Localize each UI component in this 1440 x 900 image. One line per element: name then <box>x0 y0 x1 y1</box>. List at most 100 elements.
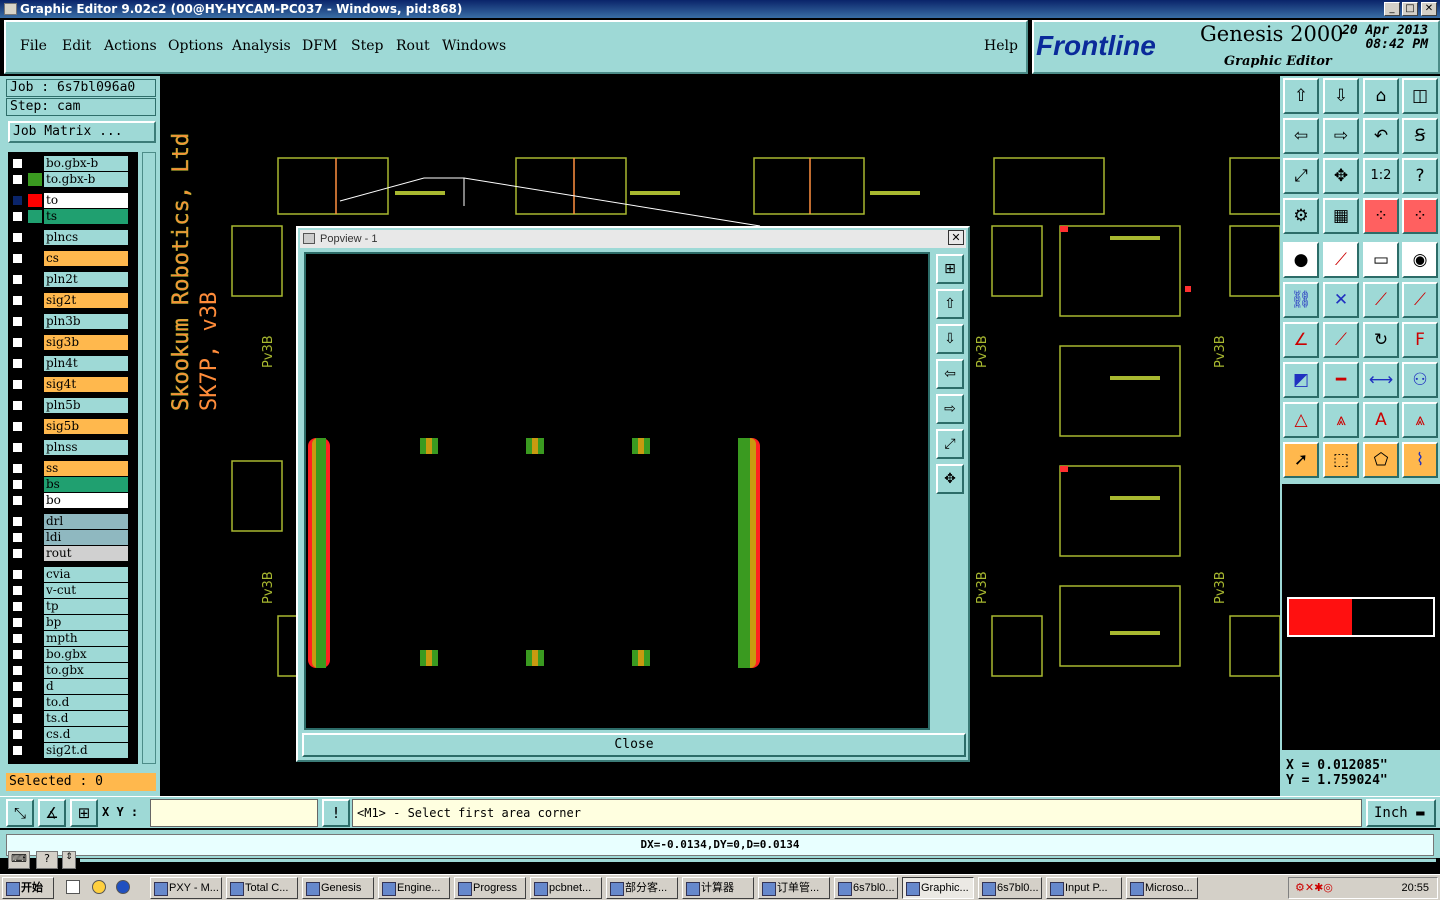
tool-triangle-4[interactable]: ⩓ <box>1402 402 1438 438</box>
layer-row[interactable]: ts ⬋ <box>8 209 138 224</box>
desktop-icon[interactable] <box>66 880 80 894</box>
popview-close-button[interactable]: Close <box>302 733 966 757</box>
tool-group[interactable]: ⚇ <box>1402 362 1438 398</box>
layer-checkbox[interactable] <box>12 316 23 327</box>
tool-grid[interactable]: ▦ <box>1323 198 1359 234</box>
layer-row[interactable]: bs ⬋ <box>8 477 138 492</box>
layer-row[interactable]: pln5b <box>8 398 138 413</box>
tool-snap[interactable]: Ꞩ <box>1402 118 1438 154</box>
menu-options[interactable]: Options <box>168 38 223 54</box>
angle-button[interactable]: ∡ <box>38 799 66 827</box>
keyboard-icon[interactable]: ⌨ <box>8 851 30 869</box>
task-button[interactable]: 6s7bl0... <box>978 877 1042 899</box>
layer-scrollbar[interactable] <box>142 152 156 764</box>
layer-checkbox[interactable] <box>12 442 23 453</box>
browser-icon[interactable] <box>116 880 130 894</box>
layer-checkbox[interactable] <box>12 649 23 660</box>
popview-zoom-button[interactable]: ⊞ <box>936 254 964 284</box>
layer-checkbox[interactable] <box>12 585 23 596</box>
layer-checkbox[interactable] <box>12 253 23 264</box>
layer-checkbox[interactable] <box>12 400 23 411</box>
layer-row[interactable]: mpth <box>8 631 138 646</box>
layer-checkbox[interactable] <box>12 358 23 369</box>
layer-checkbox[interactable] <box>12 495 23 506</box>
xy-input[interactable] <box>150 799 318 827</box>
menu-step[interactable]: Step <box>351 38 383 54</box>
layer-checkbox[interactable] <box>12 601 23 612</box>
popview-up-button[interactable]: ⇧ <box>936 289 964 319</box>
tool-connect[interactable]: ⛓ <box>1283 282 1319 318</box>
start-button[interactable]: 开始 <box>2 877 54 899</box>
popview-right-button[interactable]: ⇨ <box>936 394 964 424</box>
task-button[interactable]: 部分客... <box>606 877 678 899</box>
layer-row[interactable]: d <box>8 679 138 694</box>
layer-row[interactable]: pln4t <box>8 356 138 371</box>
layer-row[interactable]: sig2t.d <box>8 743 138 758</box>
layer-row[interactable]: to ▣ <box>8 193 138 208</box>
tool-home[interactable]: ⌂ <box>1363 78 1399 114</box>
tool-spacing[interactable]: ⟷ <box>1363 362 1399 398</box>
tool-triangle-3[interactable]: A <box>1363 402 1399 438</box>
layer-checkbox[interactable] <box>12 479 23 490</box>
tool-pad[interactable]: ● <box>1283 242 1319 278</box>
scroll-arrows-icon[interactable]: ⇕ <box>62 851 76 869</box>
task-button[interactable]: 6s7bl0... <box>834 877 898 899</box>
menu-help[interactable]: Help <box>984 38 1018 54</box>
layer-checkbox[interactable] <box>12 174 23 185</box>
tool-arc[interactable]: ↻ <box>1363 322 1399 358</box>
layer-row[interactable]: pln2t <box>8 272 138 287</box>
layer-checkbox[interactable] <box>12 548 23 559</box>
tool-select-net[interactable]: ⌇ <box>1402 442 1438 478</box>
tool-page-down[interactable]: ⇩ <box>1323 78 1359 114</box>
popview-canvas[interactable] <box>304 252 930 730</box>
popview-left-button[interactable]: ⇦ <box>936 359 964 389</box>
layer-row[interactable]: sig2t <box>8 293 138 308</box>
menu-edit[interactable]: Edit <box>62 38 91 54</box>
tool-zoom-fit[interactable]: ⤢ <box>1283 158 1319 194</box>
tool-select[interactable]: ➚ <box>1283 442 1319 478</box>
layer-checkbox[interactable] <box>12 729 23 740</box>
tool-text[interactable]: F <box>1402 322 1438 358</box>
layer-row[interactable]: tp <box>8 599 138 614</box>
task-button[interactable]: Genesis <box>302 877 374 899</box>
tool-pan-left[interactable]: ⇦ <box>1283 118 1319 154</box>
maximize-button[interactable]: □ <box>1402 2 1418 16</box>
layer-checkbox[interactable] <box>12 745 23 756</box>
layer-checkbox[interactable] <box>12 463 23 474</box>
layer-row[interactable]: plncs <box>8 230 138 245</box>
layer-row[interactable]: bo.gbx <box>8 647 138 662</box>
layer-row[interactable]: sig3b <box>8 335 138 350</box>
layer-checkbox[interactable] <box>12 274 23 285</box>
tool-circle[interactable]: ◉ <box>1402 242 1438 278</box>
layer-row[interactable]: drl <box>8 514 138 529</box>
tool-page-up[interactable]: ⇧ <box>1283 78 1319 114</box>
layer-row[interactable]: bo <box>8 493 138 508</box>
layer-row[interactable]: to.d <box>8 695 138 710</box>
layer-checkbox[interactable] <box>12 569 23 580</box>
layer-row[interactable]: cs.d ⬋ <box>8 727 138 742</box>
layer-checkbox[interactable] <box>12 158 23 169</box>
layer-checkbox[interactable] <box>12 665 23 676</box>
task-button[interactable]: 计算器 <box>682 877 754 899</box>
layer-checkbox[interactable] <box>12 633 23 644</box>
tool-query[interactable]: ? <box>1402 158 1438 194</box>
tool-select-poly[interactable]: ⬠ <box>1363 442 1399 478</box>
popview-center-button[interactable]: ✥ <box>936 464 964 494</box>
layer-checkbox[interactable] <box>12 421 23 432</box>
tool-angle[interactable]: ∠ <box>1283 322 1319 358</box>
menu-dfm[interactable]: DFM <box>302 38 337 54</box>
layer-checkbox[interactable] <box>12 195 23 206</box>
tool-undo-view[interactable]: ↶ <box>1363 118 1399 154</box>
tool-layer-red-2[interactable]: ⁘ <box>1402 198 1438 234</box>
layer-checkbox[interactable] <box>12 617 23 628</box>
menu-actions[interactable]: Actions <box>104 38 157 54</box>
tool-select-area[interactable]: ⬚ <box>1323 442 1359 478</box>
tool-node-1[interactable]: ⟋ <box>1363 282 1399 318</box>
layer-checkbox[interactable] <box>12 681 23 692</box>
tool-measure[interactable]: ⚙ <box>1283 198 1319 234</box>
layer-row[interactable]: to.gbx <box>8 663 138 678</box>
layer-row[interactable]: bo.gbx-b ▣ <box>8 156 138 171</box>
tool-cross[interactable]: ✕ <box>1323 282 1359 318</box>
minimize-button[interactable]: _ <box>1384 2 1400 16</box>
layer-checkbox[interactable] <box>12 211 23 222</box>
